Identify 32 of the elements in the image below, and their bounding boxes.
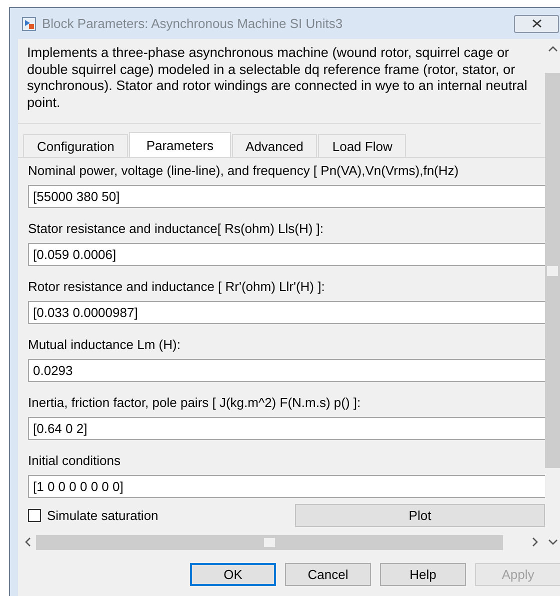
input-field[interactable]: [0.64 0 2]: [28, 417, 545, 440]
simulate-saturation-checkbox[interactable]: Simulate saturation: [28, 508, 158, 523]
input-field[interactable]: [0.033 0.0000987]: [28, 301, 545, 324]
scroll-up-icon[interactable]: [548, 45, 558, 53]
description-text: Implements a three-phase asynchronous machine (wound rotor, squirrel cage or double squirrel cage) modeled in a selectable dq reference frame (rotor, stator, or synchronous). Stator and rotor windings are connected in wye to an internal neutral point.: [27, 45, 528, 110]
input-field[interactable]: [55000 380 50]: [28, 185, 545, 208]
tab[interactable]: Load Flow: [318, 134, 406, 157]
block-icon: [22, 16, 36, 30]
scroll-down-icon[interactable]: [548, 538, 558, 546]
close-icon: [532, 19, 542, 28]
scroll-left-icon[interactable]: [24, 537, 32, 547]
scroll-right-icon[interactable]: [531, 537, 539, 547]
input-field[interactable]: [0.059 0.0006]: [28, 243, 545, 266]
input-field[interactable]: 0.0293: [28, 359, 545, 382]
close-button[interactable]: [514, 14, 559, 32]
field-label: Stator resistance and inductance[ Rs(ohm) Lls(H) ]:: [28, 220, 325, 238]
plot-button[interactable]: Plot: [295, 504, 545, 527]
tab[interactable]: Advanced: [232, 134, 318, 157]
field-label: Inertia, friction factor, pole pairs [ J(kg.m^2) F(N.m.s) p() ]:: [28, 394, 362, 412]
tab[interactable]: Configuration: [23, 134, 128, 157]
dialog-button[interactable]: OK: [190, 563, 276, 586]
field-label: Nominal power, voltage (line-line), and frequency [ Pn(VA),Vn(Vrms),fn(Hz): [28, 162, 460, 180]
field-label: Initial conditions: [28, 452, 122, 470]
field-label: Rotor resistance and inductance [ Rr'(ohm) Llr'(H) ]:: [28, 278, 326, 296]
input-field[interactable]: [1 0 0 0 0 0 0 0]: [28, 475, 545, 498]
scroll-thumb[interactable]: [545, 73, 560, 468]
window-title: Block Parameters: Asynchronous Machine SI Units3: [42, 16, 344, 31]
field-label: Mutual inductance Lm (H):: [28, 336, 182, 354]
dialog-button[interactable]: Help: [380, 563, 466, 586]
tab[interactable]: Parameters: [129, 132, 231, 157]
dialog-button[interactable]: Cancel: [285, 563, 371, 586]
scroll-thumb[interactable]: [36, 534, 503, 550]
